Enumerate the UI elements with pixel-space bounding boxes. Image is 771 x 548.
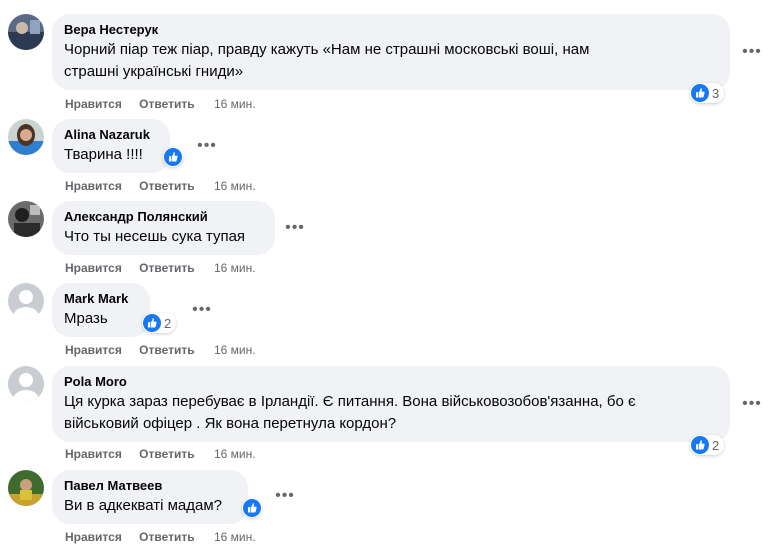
comment-author[interactable]: Mark Mark [64, 291, 138, 307]
reply-button[interactable]: Ответить [139, 530, 194, 544]
comment-text-line: Ця курка зараз перебуває в Ірландії. Є п… [64, 393, 636, 410]
reaction-count[interactable]: 3 [690, 83, 725, 103]
like-icon [691, 436, 709, 454]
user-photo-icon [8, 201, 44, 237]
like-icon [143, 314, 161, 332]
comment-text-line: страшні українські гниди» [64, 63, 244, 80]
reaction-count[interactable] [163, 147, 183, 167]
user-photo-icon [8, 470, 44, 506]
comment-author[interactable]: Вера Нестерук [64, 22, 718, 38]
comment-text: Тварина !!!! [64, 146, 143, 163]
comment-bubble: Alina Nazaruk Тварина !!!! [52, 119, 170, 173]
comment-text: Чорний піар теж піар, правду кажуть «Нам… [64, 39, 718, 83]
more-options-icon[interactable]: ••• [740, 40, 764, 64]
default-avatar-icon [8, 283, 44, 319]
like-button[interactable]: Нравится [65, 343, 122, 357]
reaction-count-value: 3 [712, 85, 720, 101]
comment-timestamp[interactable]: 16 мин. [214, 179, 256, 193]
default-avatar-icon [8, 366, 44, 402]
avatar[interactable] [8, 283, 44, 319]
like-icon [691, 84, 709, 102]
comment-text: Ця курка зараз перебуває в Ірландії. Є п… [64, 391, 718, 435]
comment-text: Что ты несешь сука тупая [64, 228, 246, 245]
like-button[interactable]: Нравится [65, 261, 122, 275]
comment-actions: Нравится Ответить 16 мин. [65, 178, 256, 194]
comment-actions: Нравится Ответить 16 мин. [65, 529, 256, 545]
comment-timestamp[interactable]: 16 мин. [214, 447, 256, 461]
comment-actions: Нравится Ответить 16 мин. [65, 96, 256, 112]
reaction-count-value: 2 [712, 437, 720, 453]
comment-actions: Нравится Ответить 16 мин. [65, 260, 256, 276]
like-icon [243, 499, 261, 517]
comment-timestamp[interactable]: 16 мин. [214, 530, 256, 544]
avatar[interactable] [8, 14, 44, 50]
more-options-icon[interactable]: ••• [740, 392, 764, 416]
more-options-icon[interactable]: ••• [273, 484, 297, 508]
avatar[interactable] [8, 201, 44, 237]
like-button[interactable]: Нравится [65, 97, 122, 111]
user-photo-icon [8, 14, 44, 50]
user-photo-icon [8, 119, 44, 155]
reply-button[interactable]: Ответить [139, 261, 194, 275]
comment-actions: Нравится Ответить 16 мин. [65, 446, 256, 462]
reply-button[interactable]: Ответить [139, 97, 194, 111]
like-button[interactable]: Нравится [65, 447, 122, 461]
comment-actions: Нравится Ответить 16 мин. [65, 342, 256, 358]
comment-author[interactable]: Alina Nazaruk [64, 127, 158, 143]
comment-bubble: Mark Mark Мразь [52, 283, 150, 337]
comment-text-line: військовий офіцер . Як вона перетнула ко… [64, 415, 397, 432]
comment-timestamp[interactable]: 16 мин. [214, 343, 256, 357]
reply-button[interactable]: Ответить [139, 447, 194, 461]
more-options-icon[interactable]: ••• [195, 134, 219, 158]
avatar[interactable] [8, 119, 44, 155]
like-icon [164, 148, 182, 166]
like-button[interactable]: Нравится [65, 179, 122, 193]
reaction-count[interactable]: 2 [690, 435, 725, 455]
comment-timestamp[interactable]: 16 мин. [214, 261, 256, 275]
more-options-icon[interactable]: ••• [190, 298, 214, 322]
reply-button[interactable]: Ответить [139, 343, 194, 357]
comment-author[interactable]: Павел Матвеев [64, 478, 236, 494]
comment-timestamp[interactable]: 16 мин. [214, 97, 256, 111]
avatar[interactable] [8, 470, 44, 506]
comment-bubble: Павел Матвеев Ви в адкекваті мадам? [52, 470, 248, 524]
comment-bubble: Вера Нестерук Чорний піар теж піар, прав… [52, 14, 730, 90]
comment-author[interactable]: Александр Полянский [64, 209, 263, 225]
reaction-count[interactable]: 2 [142, 313, 177, 333]
comment-text: Ви в адкекваті мадам? [64, 497, 223, 514]
reply-button[interactable]: Ответить [139, 179, 194, 193]
comment-text-line: Чорний піар теж піар, правду кажуть «Нам… [64, 41, 590, 58]
comment-text: Мразь [64, 310, 108, 327]
reaction-count-value: 2 [164, 315, 172, 331]
reaction-count[interactable] [242, 498, 262, 518]
comment-bubble: Александр Полянский Что ты несешь сука т… [52, 201, 275, 255]
more-options-icon[interactable]: ••• [283, 216, 307, 240]
comment-bubble: Pola Moro Ця курка зараз перебуває в Ірл… [52, 366, 730, 442]
like-button[interactable]: Нравится [65, 530, 122, 544]
comment-author[interactable]: Pola Moro [64, 374, 718, 390]
avatar[interactable] [8, 366, 44, 402]
